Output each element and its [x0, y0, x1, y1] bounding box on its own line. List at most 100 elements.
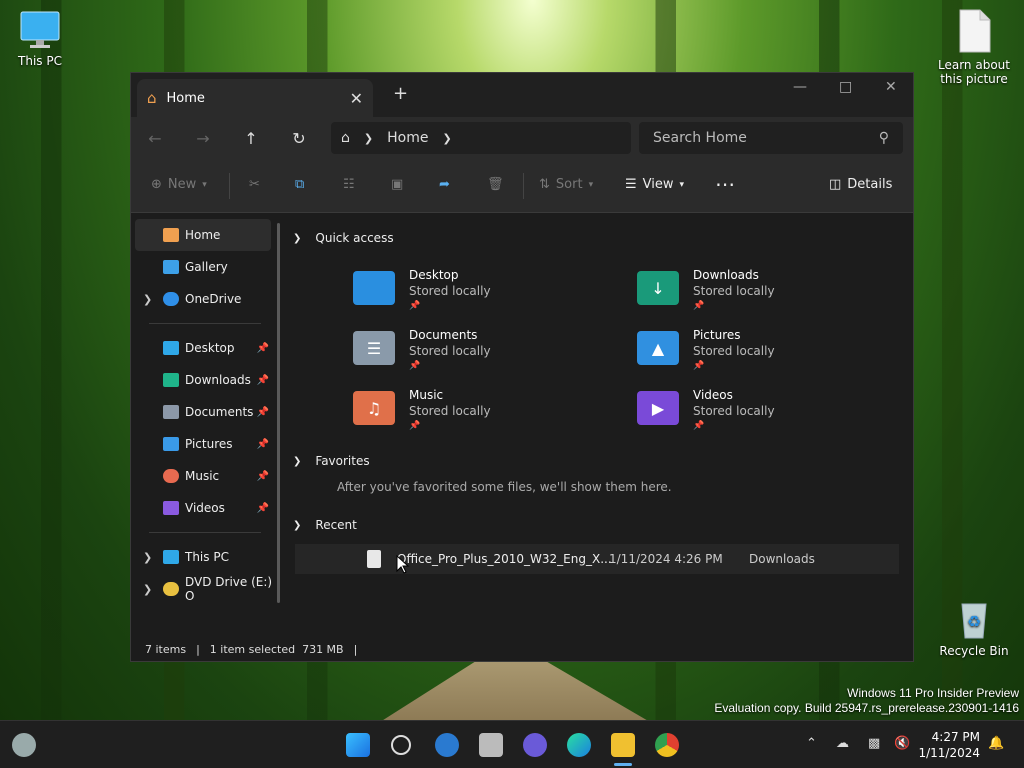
tab-home[interactable]: ⌂ Home ✕ — [137, 79, 373, 117]
delete-button[interactable]: 🗑 — [487, 177, 504, 192]
refresh-button[interactable]: ↻ — [275, 129, 323, 148]
sidebar-item-label: Music — [185, 469, 220, 483]
chevron-right-icon[interactable]: ❯ — [364, 132, 373, 145]
system-clock[interactable]: 4:27 PM 1/11/2024 — [918, 729, 980, 761]
active-app-indicator — [614, 763, 632, 766]
close-tab-icon[interactable]: ✕ — [350, 89, 363, 108]
volume-muted-icon[interactable]: 🔇 — [894, 736, 910, 751]
status-divider: | — [353, 642, 358, 656]
folder-name: Music — [409, 388, 444, 402]
network-icon[interactable]: ▩ — [868, 736, 880, 751]
new-tab-button[interactable]: + — [393, 83, 408, 104]
sidebar-item-label: DVD Drive (E:) O — [185, 575, 273, 603]
quick-access-documents[interactable]: ☰ Documents Stored locally 📌 — [353, 327, 491, 373]
copy-button[interactable]: ⧉ — [295, 177, 304, 192]
sidebar-item-label: Documents — [185, 405, 254, 419]
pin-icon: 📌 — [409, 421, 421, 431]
forward-button[interactable]: → — [179, 129, 227, 148]
share-icon: ➦ — [439, 177, 450, 192]
edge-pre-icon[interactable] — [435, 733, 459, 757]
rename-button[interactable]: ▣ — [391, 177, 403, 192]
details-button[interactable]: ◫ Details — [829, 177, 892, 192]
chevron-right-icon[interactable]: ❯ — [442, 132, 451, 145]
cut-button[interactable]: ✂ — [249, 177, 260, 192]
section-quick-access[interactable]: ❯ Quick access — [293, 223, 394, 253]
chevron-right-icon[interactable]: ❯ — [143, 583, 152, 596]
pin-icon: 📌 — [693, 361, 705, 371]
quick-access-videos[interactable]: ▶ Videos Stored locally 📌 — [637, 387, 775, 433]
toolbar-divider — [229, 173, 230, 199]
chevron-up-icon[interactable]: ⌃ — [806, 736, 817, 751]
chrome-icon[interactable] — [655, 733, 679, 757]
sidebar-item-dvd-drive[interactable]: ❯ DVD Drive (E:) O — [131, 573, 279, 605]
quick-access-downloads[interactable]: ↓ Downloads Stored locally 📌 — [637, 267, 775, 313]
desktop-icon-recycle-bin[interactable]: ♻ Recycle Bin — [934, 598, 1014, 658]
sidebar-item-desktop[interactable]: Desktop 📌 — [131, 332, 279, 364]
quick-access-desktop[interactable]: Desktop Stored locally 📌 — [353, 267, 491, 313]
close-window-button[interactable]: ✕ — [885, 79, 897, 95]
search-icon: ⚲ — [878, 130, 889, 146]
recent-file-location: Downloads — [749, 552, 815, 566]
weather-icon[interactable] — [12, 733, 36, 757]
desktop-folder-icon — [353, 271, 395, 305]
chevron-down-icon[interactable]: ❯ — [293, 233, 301, 244]
sidebar-item-documents[interactable]: Documents 📌 — [131, 396, 279, 428]
search-placeholder: Search Home — [653, 130, 747, 146]
folder-status: Stored locally — [693, 284, 775, 298]
chevron-right-icon[interactable]: ❯ — [143, 551, 152, 564]
sort-button[interactable]: ⇅ Sort ▾ — [539, 177, 593, 192]
notification-bell-icon[interactable]: 🔔 — [988, 736, 1004, 751]
more-options-button[interactable]: ⋯ — [715, 172, 735, 196]
sidebar-item-pictures[interactable]: Pictures 📌 — [131, 428, 279, 460]
section-recent[interactable]: ❯ Recent — [293, 510, 357, 540]
table-row[interactable]: Office_Pro_Plus_2010_W32_Eng_X... 1/11/2… — [295, 544, 899, 574]
sidebar-item-home[interactable]: Home — [135, 219, 271, 251]
sidebar-item-onedrive[interactable]: ❯ OneDrive — [131, 283, 279, 315]
wallpaper-path — [380, 662, 650, 722]
selection-info: 1 item selected 731 MB — [209, 642, 344, 656]
maximize-button[interactable]: □ — [839, 79, 852, 95]
quick-access-music[interactable]: ♫ Music Stored locally 📌 — [353, 387, 491, 433]
up-button[interactable]: ↑ — [227, 129, 275, 148]
new-button[interactable]: ⊕ New ▾ — [151, 177, 207, 192]
section-favorites[interactable]: ❯ Favorites — [293, 446, 370, 476]
desktop-icon-this-pc[interactable]: This PC — [0, 10, 80, 68]
search-icon[interactable] — [391, 735, 411, 755]
chevron-down-icon[interactable]: ❯ — [293, 456, 301, 467]
sidebar-item-this-pc[interactable]: ❯ This PC — [131, 541, 279, 573]
title-bar[interactable]: ⌂ Home ✕ + — □ ✕ — [131, 73, 913, 117]
desktop-icon-learn-picture[interactable]: Learn about this picture — [934, 8, 1014, 86]
clock-date: 1/11/2024 — [918, 746, 980, 760]
details-label: Details — [847, 177, 893, 192]
home-icon[interactable]: ⌂ — [341, 130, 350, 146]
breadcrumb-home[interactable]: Home — [387, 130, 428, 146]
edge-icon[interactable] — [567, 733, 591, 757]
plus-circle-icon: ⊕ — [151, 177, 162, 192]
search-input[interactable]: Search Home ⚲ — [639, 122, 903, 154]
pin-icon: 📌 — [256, 342, 269, 354]
status-bar: 7 items | 1 item selected 731 MB | — [131, 637, 913, 661]
sidebar-item-videos[interactable]: Videos 📌 — [131, 492, 279, 524]
breadcrumb[interactable]: ⌂ ❯ Home ❯ — [331, 122, 631, 154]
chevron-right-icon[interactable]: ❯ — [143, 293, 152, 306]
back-button[interactable]: ← — [131, 129, 179, 148]
quick-access-pictures[interactable]: ▲ Pictures Stored locally 📌 — [637, 327, 775, 373]
start-icon[interactable] — [346, 733, 370, 757]
folder-name: Videos — [693, 388, 733, 402]
minimize-button[interactable]: — — [793, 79, 807, 95]
sidebar-item-downloads[interactable]: Downloads 📌 — [131, 364, 279, 396]
pc-icon — [163, 550, 179, 564]
onedrive-offline-icon[interactable]: ☁ — [836, 736, 849, 751]
paste-button[interactable]: ☷ — [343, 177, 355, 192]
sidebar-item-label: Videos — [185, 501, 225, 515]
chevron-down-icon[interactable]: ❯ — [293, 520, 301, 531]
sidebar-item-music[interactable]: Music 📌 — [131, 460, 279, 492]
task-view-icon[interactable] — [479, 733, 503, 757]
sort-label: Sort — [555, 177, 583, 192]
view-button[interactable]: ☰ View ▾ — [625, 177, 684, 192]
teams-chat-icon[interactable] — [523, 733, 547, 757]
desktop-icon-label-2: this picture — [940, 72, 1008, 86]
sidebar-item-gallery[interactable]: Gallery — [131, 251, 279, 283]
share-button[interactable]: ➦ — [439, 177, 450, 192]
file-explorer-icon[interactable] — [611, 733, 635, 757]
